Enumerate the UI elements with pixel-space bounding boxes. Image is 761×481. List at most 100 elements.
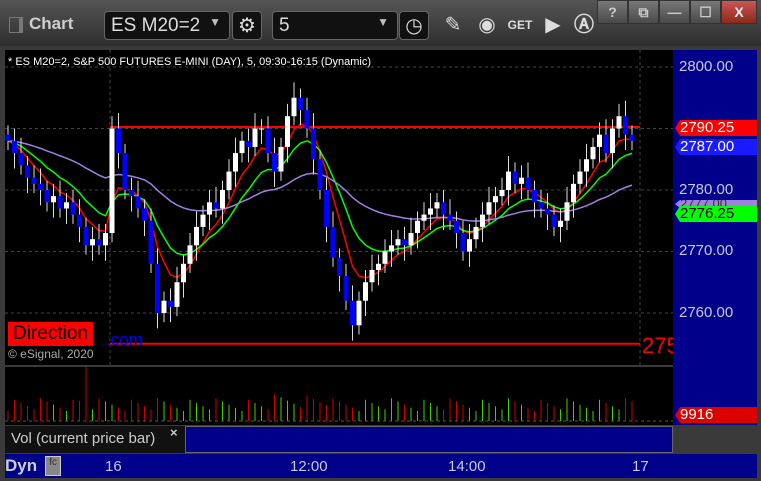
candle	[90, 239, 95, 246]
candle	[291, 97, 297, 117]
candle	[493, 196, 498, 203]
price-chart[interactable]	[5, 50, 673, 365]
candle	[285, 116, 290, 147]
price-label: 2800.00	[679, 58, 734, 75]
close-button[interactable]: X	[721, 0, 757, 24]
candle	[408, 233, 414, 246]
candle	[122, 153, 128, 190]
candle	[597, 134, 602, 147]
candle	[187, 245, 193, 264]
candle	[265, 128, 271, 154]
candle	[551, 214, 557, 227]
candle	[96, 239, 102, 246]
candle	[623, 116, 628, 135]
volume-svg	[5, 366, 673, 422]
copyright: © eSignal, 2020	[8, 347, 94, 361]
candle	[395, 239, 401, 246]
pencil-icon[interactable]: ✎	[438, 11, 468, 40]
clock-icon[interactable]: ◷	[399, 11, 429, 40]
candle	[590, 146, 596, 160]
brand-suffix: .com	[106, 330, 143, 349]
candle	[109, 128, 115, 234]
volume-pane[interactable]	[5, 366, 673, 425]
candle	[51, 196, 56, 203]
candle	[382, 251, 388, 264]
alert-icon[interactable]: Ⓐ	[569, 11, 599, 40]
title-bar: Chart ES M20=2 ▼ ⚙ 5 ▼ ◷ ✎ ◉ GET ▶ Ⓐ ? ⧉ —…	[0, 0, 761, 46]
maximize-button[interactable]: ☐	[690, 0, 721, 24]
candle	[337, 257, 342, 277]
candle	[83, 226, 89, 246]
price-label: 2770.00	[679, 242, 734, 259]
time-label: 12:00	[290, 458, 328, 475]
minimize-button[interactable]: —	[659, 0, 690, 24]
price-tag-red: 2790.25	[675, 120, 757, 136]
candle	[363, 282, 368, 301]
time-label: 16	[105, 458, 122, 475]
candle	[564, 202, 570, 221]
candle	[161, 300, 167, 313]
lock-icon[interactable]: fc	[45, 456, 61, 476]
candle	[369, 269, 375, 283]
candle	[259, 128, 264, 130]
candle	[558, 220, 563, 227]
drag-grip-icon[interactable]	[9, 17, 23, 33]
time-axis[interactable]: Dyn fc 16 12:00 14:00 17	[5, 454, 757, 478]
interval-combo[interactable]: 5 ▼	[272, 11, 398, 40]
get-icon[interactable]: GET	[505, 11, 535, 40]
candle	[532, 190, 537, 203]
candle	[174, 282, 180, 307]
candle	[278, 146, 284, 172]
candle	[350, 300, 355, 326]
candle	[298, 97, 303, 111]
candle	[181, 263, 186, 283]
volume-legend: Vol (current price bar)	[5, 426, 185, 453]
candle	[519, 177, 524, 184]
candle	[343, 276, 349, 301]
candle	[57, 196, 63, 209]
candle	[486, 202, 492, 215]
candle	[415, 220, 420, 234]
price-axis[interactable]	[673, 50, 757, 425]
low-level-label: 275	[642, 333, 673, 358]
candle	[421, 214, 427, 221]
candle	[12, 140, 17, 154]
volume-tag: 9916	[675, 407, 757, 423]
candle	[233, 153, 238, 172]
candle	[525, 177, 531, 190]
dynamic-mode-label[interactable]: Dyn	[5, 456, 37, 476]
chevron-down-icon: ▼	[209, 15, 221, 29]
popout-button[interactable]: ⧉	[628, 0, 659, 24]
candle	[129, 190, 134, 197]
candle	[317, 159, 323, 190]
play-icon[interactable]: ▶	[538, 11, 568, 40]
candle	[246, 140, 251, 147]
candle	[116, 128, 121, 154]
candle	[194, 226, 199, 246]
candle	[70, 202, 76, 215]
candle	[239, 140, 245, 154]
settings-gear-icon[interactable]: ⚙	[232, 11, 262, 40]
candle	[213, 202, 219, 209]
close-study-icon[interactable]: ×	[170, 425, 178, 440]
candle	[330, 226, 336, 258]
candle	[220, 190, 225, 209]
candle	[584, 159, 589, 172]
candle	[577, 171, 583, 184]
symbol-combo[interactable]: ES M20=2 ▼	[104, 11, 230, 40]
brand-logo: Direction	[8, 322, 93, 346]
price-tag-blue: 2787.00	[675, 139, 757, 155]
candle	[44, 190, 50, 203]
candle	[252, 128, 258, 147]
candle	[454, 220, 459, 234]
candle	[135, 196, 141, 209]
help-button[interactable]: ?	[597, 0, 628, 24]
study-icon[interactable]: ◉	[472, 11, 502, 40]
candle	[389, 245, 394, 252]
candle	[103, 233, 108, 246]
candle	[226, 171, 232, 190]
candle	[441, 202, 446, 215]
candle	[38, 183, 43, 190]
candle	[25, 165, 30, 178]
candle	[31, 177, 37, 184]
